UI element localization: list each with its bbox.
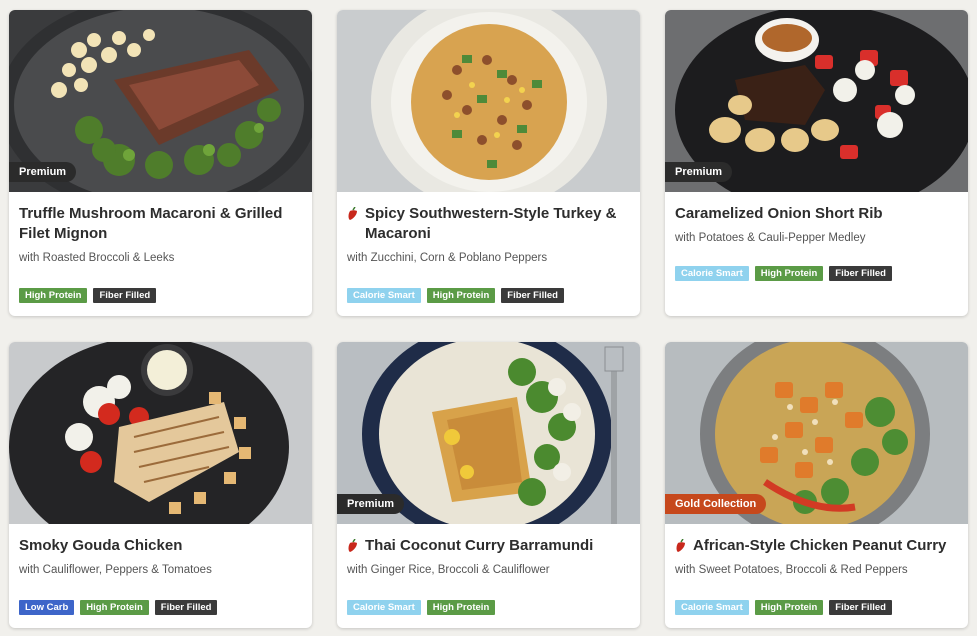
meal-photo[interactable] xyxy=(337,10,640,192)
meal-title-text: Thai Coconut Curry Barramundi xyxy=(365,537,594,554)
meal-title-text: Smoky Gouda Chicken xyxy=(19,537,183,554)
tag-calorie-smart: Calorie Smart xyxy=(675,266,749,281)
tag-high-protein: High Protein xyxy=(426,288,496,303)
meal-card[interactable]: Spicy Southwestern-Style Turkey & Macaro… xyxy=(337,10,640,316)
tag-fiber-filled: Fiber Filled xyxy=(501,288,564,303)
tag-low-carb: Low Carb xyxy=(19,600,75,615)
meal-title-text: Spicy Southwestern-Style Turkey & Macaro… xyxy=(365,205,617,242)
meal-subtitle: with Cauliflower, Peppers & Tomatoes xyxy=(19,564,212,576)
tag-list: Calorie Smart High Protein Fiber Filled xyxy=(675,600,892,615)
meal-card[interactable]: Smoky Gouda Chicken with Cauliflower, Pe… xyxy=(9,342,312,628)
chili-pepper-icon xyxy=(348,207,357,220)
meal-title[interactable]: Smoky Gouda Chicken xyxy=(19,536,302,556)
chili-pepper-icon xyxy=(676,539,685,552)
meal-subtitle: with Ginger Rice, Broccoli & Cauliflower xyxy=(347,564,550,576)
meal-title-text: African-Style Chicken Peanut Curry xyxy=(693,537,947,554)
meal-card[interactable]: Premium Caramelized Onion Short Rib with… xyxy=(665,10,968,316)
tag-list: Low Carb High Protein Fiber Filled xyxy=(19,600,218,615)
tag-calorie-smart: Calorie Smart xyxy=(347,600,421,615)
meal-card[interactable]: Premium Truffle Mushroom Macaroni & Gril… xyxy=(9,10,312,316)
tag-high-protein: High Protein xyxy=(754,600,824,615)
tag-list: Calorie Smart High Protein Fiber Filled xyxy=(675,266,892,281)
meal-subtitle: with Zucchini, Corn & Poblano Peppers xyxy=(347,252,548,264)
tag-high-protein: High Protein xyxy=(754,266,824,281)
meal-photo[interactable]: Premium xyxy=(337,342,640,524)
meal-title[interactable]: African-Style Chicken Peanut Curry xyxy=(675,536,958,556)
meal-title[interactable]: Spicy Southwestern-Style Turkey & Macaro… xyxy=(347,204,630,244)
meal-title[interactable]: Truffle Mushroom Macaroni & Grilled File… xyxy=(19,204,302,244)
meal-photo[interactable]: Premium xyxy=(9,10,312,192)
tag-high-protein: High Protein xyxy=(80,600,149,615)
tag-high-protein: High Protein xyxy=(426,600,496,615)
tag-list: Calorie Smart High Protein Fiber Filled xyxy=(347,288,564,303)
meal-card[interactable]: Gold Collection African-Style Chicken Pe… xyxy=(665,342,968,628)
tag-fiber-filled: Fiber Filled xyxy=(154,600,218,615)
tag-calorie-smart: Calorie Smart xyxy=(675,600,749,615)
gold-collection-ribbon: Gold Collection xyxy=(665,494,767,514)
meal-card[interactable]: Premium Thai Coconut Curry Barramundi wi… xyxy=(337,342,640,628)
meal-subtitle: with Potatoes & Cauli-Pepper Medley xyxy=(675,232,866,244)
tag-fiber-filled: Fiber Filled xyxy=(829,266,892,281)
tag-list: Calorie Smart High Protein xyxy=(347,600,496,615)
premium-ribbon: Premium xyxy=(337,494,405,514)
meal-grid: Premium Truffle Mushroom Macaroni & Gril… xyxy=(0,0,977,636)
tag-high-protein: High Protein xyxy=(19,288,88,303)
meal-subtitle: with Roasted Broccoli & Leeks xyxy=(19,252,175,264)
tag-list: High Protein Fiber Filled xyxy=(19,288,157,303)
meal-photo[interactable]: Premium xyxy=(665,10,968,192)
premium-ribbon: Premium xyxy=(665,162,733,182)
meal-title-text: Truffle Mushroom Macaroni & Grilled File… xyxy=(19,205,283,242)
meal-photo[interactable]: Gold Collection xyxy=(665,342,968,524)
tag-calorie-smart: Calorie Smart xyxy=(347,288,421,303)
tag-fiber-filled: Fiber Filled xyxy=(829,600,892,615)
meal-subtitle: with Sweet Potatoes, Broccoli & Red Pepp… xyxy=(675,564,908,576)
meal-title-text: Caramelized Onion Short Rib xyxy=(675,205,883,222)
tag-fiber-filled: Fiber Filled xyxy=(93,288,157,303)
meal-title[interactable]: Caramelized Onion Short Rib xyxy=(675,204,958,224)
meal-photo[interactable] xyxy=(9,342,312,524)
chili-pepper-icon xyxy=(348,539,357,552)
meal-title[interactable]: Thai Coconut Curry Barramundi xyxy=(347,536,630,556)
premium-ribbon: Premium xyxy=(9,162,77,182)
